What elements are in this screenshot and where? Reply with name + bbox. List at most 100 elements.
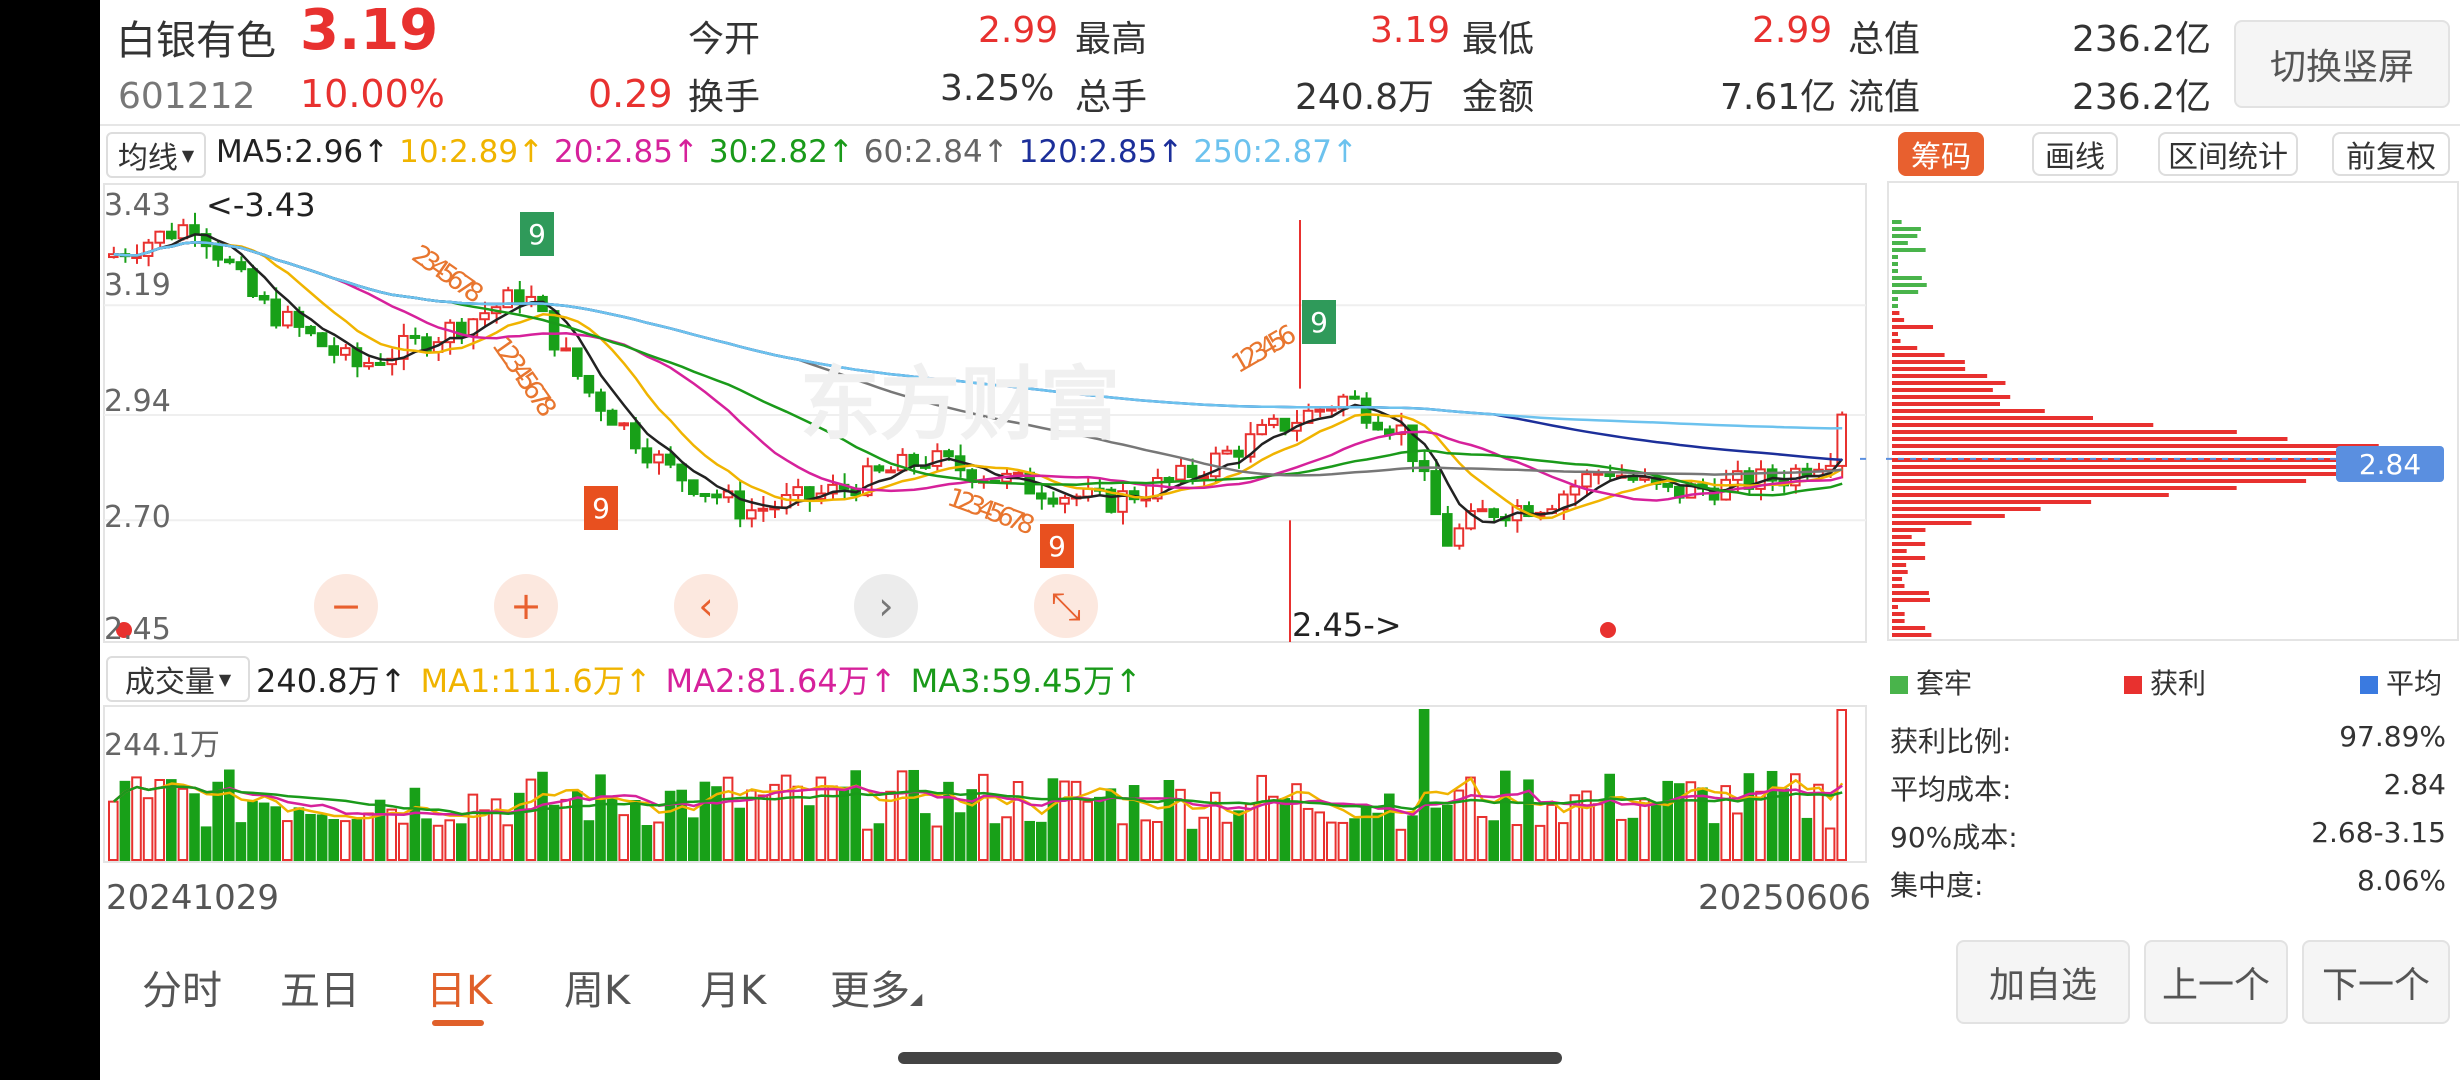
switch-portrait-button[interactable]: 切换竖屏 <box>2234 20 2450 108</box>
up-candle <box>1326 407 1337 412</box>
chip-bar-trapped <box>1892 290 1919 294</box>
down-volume-bar <box>166 779 177 861</box>
volume-value: 240.8万 <box>1295 77 1435 118</box>
down-candle <box>316 332 328 348</box>
down-candle <box>873 465 885 472</box>
average-swatch-icon <box>2360 676 2378 694</box>
down-volume-bar <box>954 812 966 861</box>
chip-bar-trapped <box>1892 297 1898 301</box>
down-volume-bar <box>1766 770 1778 861</box>
tab-intraday[interactable]: 分时 <box>142 958 222 1016</box>
down-volume-bar <box>1627 817 1639 862</box>
up-candle <box>1221 449 1233 455</box>
chip-bar-profit <box>1892 528 1926 532</box>
volume-chart[interactable] <box>100 704 1870 864</box>
down-candle <box>1036 492 1047 500</box>
zoom-in-button[interactable]: + <box>494 574 558 638</box>
down-volume-bar <box>409 787 421 861</box>
previous-stock-button[interactable]: 上一个 <box>2144 940 2288 1024</box>
down-volume-bar <box>548 804 560 861</box>
tab-more-label: 更多 <box>830 968 910 1014</box>
forward-adjust-tool[interactable]: 前复权 <box>2332 132 2450 176</box>
up-volume-bar <box>1326 821 1337 861</box>
legend-average-label: 平均 <box>2386 667 2443 700</box>
down-candle <box>328 345 339 356</box>
down-volume-bar <box>1186 828 1198 861</box>
down-volume-bar <box>1650 804 1662 862</box>
up-candle <box>1732 470 1743 481</box>
down-volume-bar <box>1697 787 1708 861</box>
chip-bar-profit <box>1892 500 2092 504</box>
ma-selector-label: 均线 <box>117 141 178 176</box>
down-volume-bar <box>595 774 606 861</box>
chip-bar-profit <box>1892 353 1945 357</box>
down-volume-bar <box>1407 815 1418 861</box>
up-volume-bar <box>1639 798 1650 862</box>
down-volume-bar <box>1604 773 1616 861</box>
up-volume-bar <box>722 776 734 861</box>
up-volume-bar <box>1337 821 1349 861</box>
volume-label: 总手 <box>1075 77 1148 118</box>
chip-bar-profit <box>1892 409 2045 413</box>
chip-bar-profit <box>1892 549 1907 553</box>
avg-cost-value: 2.84 <box>2383 768 2446 801</box>
chip-bar-trapped <box>1892 241 1908 245</box>
chip-bar-trapped <box>1892 283 1927 287</box>
up-volume-bar <box>1001 816 1012 861</box>
price-axis-2-70: 2.70 <box>104 500 171 535</box>
up-volume-bar <box>978 773 989 861</box>
ma60-value: 60:2.84↑ <box>863 134 1009 170</box>
zoom-out-button[interactable]: − <box>314 574 378 638</box>
volume-indicator-selector[interactable]: 成交量 ▼ <box>106 656 250 702</box>
up-volume-bar <box>1012 781 1024 861</box>
down-candle <box>630 422 641 450</box>
chip-bar-profit <box>1892 619 1905 623</box>
up-volume-bar <box>1616 818 1627 861</box>
tab-five-day[interactable]: 五日 <box>280 958 360 1016</box>
up-volume-bar <box>1465 776 1476 861</box>
ma-selector[interactable]: 均线 ▼ <box>106 132 206 178</box>
profit-ratio-label: 获利比例: <box>1890 725 2012 758</box>
legend-profit: 获利 <box>2124 662 2206 702</box>
down-volume-bar <box>1442 804 1453 861</box>
up-volume-bar <box>618 814 630 861</box>
down-candle <box>1233 449 1244 458</box>
up-volume-bar <box>444 819 455 861</box>
next-stock-button[interactable]: 下一个 <box>2302 940 2450 1024</box>
home-indicator <box>898 1052 1562 1064</box>
chip-tool-tab[interactable]: 筹码 <box>1898 132 1984 176</box>
low-marker: 2.45-> <box>1292 606 1402 644</box>
vol-ma2-value: MA2:81.64万↑ <box>665 662 897 700</box>
down-volume-bar <box>270 806 281 861</box>
up-candle <box>792 486 804 497</box>
up-candle <box>1256 423 1268 436</box>
tab-monthly-k[interactable]: 月K <box>700 958 766 1016</box>
tab-daily-k[interactable]: 日K <box>426 958 492 1016</box>
current-price: 3.19 <box>300 0 439 63</box>
down-volume-bar <box>1662 780 1674 861</box>
draw-line-tool[interactable]: 画线 <box>2032 132 2118 176</box>
down-volume-bar <box>293 807 305 861</box>
up-candle <box>1476 508 1488 513</box>
ma30-value: 30:2.82↑ <box>708 134 854 170</box>
down-candle <box>1047 497 1059 505</box>
low-label: 最低 <box>1462 19 1535 60</box>
chip-bar-profit <box>1892 521 1972 525</box>
chip-bar-profit <box>1892 465 2401 469</box>
down-volume-bar <box>873 823 885 862</box>
profit-ratio-value: 97.89% <box>2339 720 2446 753</box>
chip-bar-profit <box>1892 626 1926 630</box>
tab-weekly-k[interactable]: 周K <box>564 958 630 1016</box>
scroll-left-button[interactable]: ‹ <box>674 574 738 638</box>
add-watchlist-button[interactable]: 加自选 <box>1956 940 2130 1024</box>
stock-code: 601212 <box>118 76 256 117</box>
down-volume-bar <box>989 823 1001 861</box>
tab-more[interactable]: 更多◢ <box>830 958 922 1016</box>
collapse-button[interactable]: ⤡ <box>1034 574 1098 638</box>
scroll-right-button[interactable]: › <box>854 574 918 638</box>
price-axis-2-94: 2.94 <box>104 384 171 419</box>
chip-bar-trapped <box>1892 234 1918 238</box>
down-candle <box>1662 482 1674 488</box>
range-stats-tool[interactable]: 区间统计 <box>2158 132 2298 176</box>
up-candle <box>746 509 757 520</box>
